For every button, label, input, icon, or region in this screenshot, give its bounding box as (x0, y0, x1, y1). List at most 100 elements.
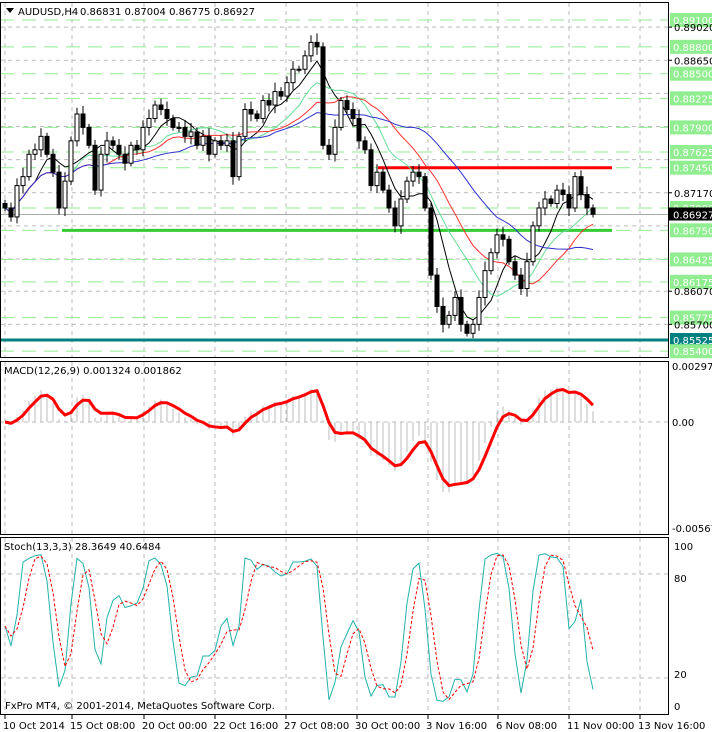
candle-body (584, 194, 590, 209)
candle-body (128, 144, 134, 164)
candle-body (344, 100, 350, 111)
level-label: 0.87450 (673, 164, 712, 175)
candle-body (62, 180, 68, 209)
level-label: 0.88500 (673, 70, 712, 81)
candle-body (200, 135, 206, 146)
candle-body (188, 131, 194, 137)
candle-body (506, 238, 512, 263)
candle-body (386, 189, 392, 209)
candle-body (260, 100, 266, 119)
candle-body (182, 126, 188, 137)
candle-body (410, 171, 416, 182)
candle-body (20, 176, 26, 187)
candle-body (332, 126, 338, 155)
candle-body (512, 261, 518, 276)
candle-body (542, 198, 548, 209)
candle-body (464, 323, 470, 334)
candle-body (92, 144, 98, 191)
time-tick-label: 10 Oct 2014 (3, 721, 65, 732)
candle-body (266, 100, 272, 106)
candle-body (398, 198, 404, 227)
candle-body (362, 140, 368, 151)
dropdown-triangle-icon[interactable] (6, 8, 14, 13)
time-tick-label: 30 Oct 00:00 (355, 721, 420, 732)
level-label: 0.88800 (673, 43, 712, 54)
candle-body (476, 296, 482, 325)
candle-body (134, 144, 140, 151)
candle-body (554, 189, 560, 204)
chart-window[interactable]: 0.891000.888000.885000.882250.879000.876… (0, 0, 712, 732)
candle-body (32, 149, 38, 155)
level-label: 0.86750 (673, 226, 712, 237)
candle-body (218, 140, 224, 146)
candle-body (302, 55, 308, 70)
candle-body (548, 198, 554, 204)
candle-body (308, 41, 314, 57)
stochastic-indicator (4, 552, 594, 702)
candle-body (560, 189, 566, 196)
current-price-label: 0.86927 (673, 211, 712, 222)
candle-body (242, 109, 248, 137)
candle-body (56, 171, 62, 209)
candle-body (2, 202, 8, 209)
candle-body (314, 41, 320, 48)
candle-body (74, 113, 80, 142)
price-tick-label: 0.87170 (674, 189, 712, 200)
candle-body (122, 153, 128, 164)
candle-body (452, 296, 458, 316)
time-tick-label: 11 Nov 00:00 (567, 721, 634, 732)
candle-body (68, 140, 74, 182)
level-label: 0.87625 (673, 148, 712, 159)
candle-body (26, 153, 32, 178)
symbol-label: AUDUSD,H4 (18, 7, 78, 18)
time-tick-label: 20 Oct 00:00 (142, 721, 207, 732)
candle-body (14, 185, 20, 218)
candle-body (434, 274, 440, 307)
candle-body (338, 100, 344, 128)
macd-tick-label: -0.005675 (672, 524, 712, 535)
candle-body (224, 140, 230, 146)
candle-body (416, 171, 422, 178)
time-tick-label: 3 Nov 16:00 (426, 721, 487, 732)
candle-body (440, 305, 446, 325)
candle-body (350, 109, 356, 119)
macd-indicator (4, 386, 595, 493)
macd-panel (0, 361, 669, 535)
time-tick-label: 22 Oct 16:00 (213, 721, 278, 732)
candle-body (248, 109, 254, 115)
candle-body (488, 252, 494, 272)
price-tick-label: 0.86070 (674, 287, 712, 298)
candle-body (8, 207, 14, 218)
candle-body (146, 117, 152, 128)
copyright-text: FxPro MT4, © 2001-2014, MetaQuotes Softw… (5, 701, 275, 712)
time-tick-label: 13 Nov 16:00 (638, 721, 705, 732)
candle-body (572, 176, 578, 209)
ohlc-values: 0.86831 0.87004 0.86775 0.86927 (80, 7, 255, 18)
candle-body (356, 117, 362, 142)
level-label: 0.87900 (673, 123, 712, 134)
candle-body (38, 135, 44, 151)
grid (0, 3, 668, 714)
candle-body (524, 261, 530, 290)
candle-body (320, 46, 326, 146)
stoch-tick-label: 20 (674, 670, 687, 681)
candle-body (236, 135, 242, 178)
stoch-title: Stoch(13,3,3) 28.3649 40.6484 (4, 542, 161, 553)
level-label: 0.86425 (673, 255, 712, 266)
candle-body (206, 135, 212, 155)
candle-body (500, 234, 506, 240)
candle-body (152, 104, 158, 119)
price-axis: 0.891000.888000.885000.882250.879000.876… (668, 13, 712, 713)
candle-body (272, 91, 278, 106)
time-tick-label: 6 Nov 08:00 (496, 721, 557, 732)
candle-body (98, 153, 104, 191)
time-tick-label: 15 Oct 08:00 (70, 721, 135, 732)
candle-body (380, 171, 386, 191)
candle-body (284, 82, 290, 97)
candle-body (254, 113, 260, 119)
candle-body (566, 194, 572, 209)
candle-body (458, 296, 464, 325)
candle-body (176, 126, 182, 129)
time-tick-label: 27 Oct 08:00 (284, 721, 349, 732)
candle-body (536, 207, 542, 227)
